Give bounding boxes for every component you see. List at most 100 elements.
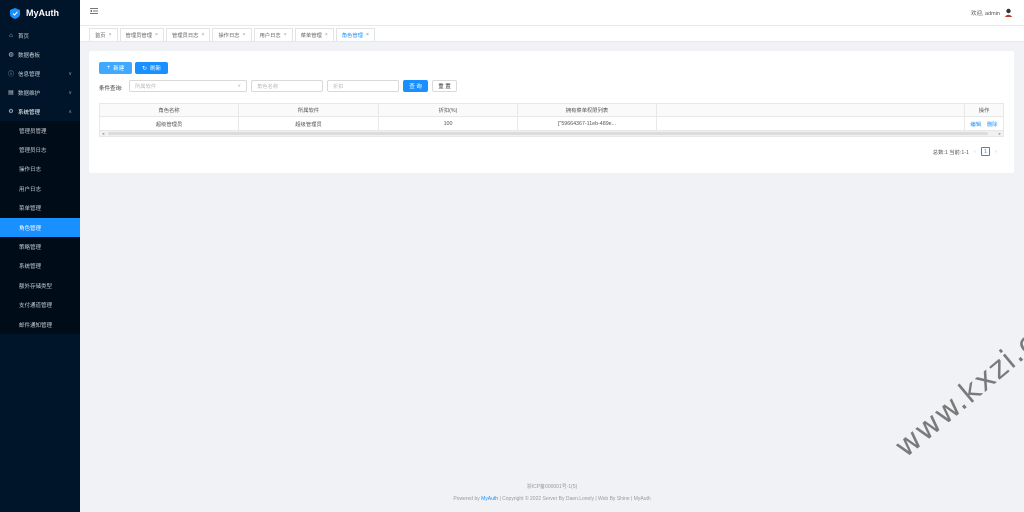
close-icon[interactable]: × [201, 32, 204, 38]
cell-extra [657, 117, 965, 130]
dashboard-icon: ◍ [8, 52, 14, 58]
refresh-icon: ↻ [141, 65, 147, 72]
welcome-text: 欢迎, admin [970, 11, 1000, 17]
watermark: www.kxzi.cn [888, 312, 1024, 465]
scroll-right-icon[interactable]: ▸ [999, 131, 1001, 137]
sidebar-subitem-extra-storage[interactable]: 额外存储类型 [0, 276, 80, 295]
app-name: MyAuth [26, 8, 59, 18]
sidebar-subitem-policy[interactable]: 策略管理 [0, 237, 80, 256]
role-name-placeholder: 角色名称 [257, 84, 279, 90]
sidebar-item-system[interactable]: ⚙ 系统管理 ∧ [0, 102, 80, 121]
query-button[interactable]: 查 询 [403, 80, 428, 92]
chevron-down-icon: ∨ [237, 83, 241, 89]
column-header: 拥有菜单权限列表 [518, 104, 657, 116]
sidebar: MyAuth ⌂ 首页 ◍ 数据看板 ⓘ 信息管理 ∨ ▤ 数据维护 ∨ ⚙ 系… [0, 0, 80, 512]
chevron-up-icon: ∧ [68, 108, 72, 115]
user-avatar-icon[interactable] [1004, 8, 1013, 17]
logo[interactable]: MyAuth [0, 0, 80, 26]
table-header: 角色名称 所属软件 折扣(%) 拥有菜单权限列表 操作 [99, 103, 1004, 117]
tab-menu[interactable]: 菜单管理 × [294, 28, 334, 41]
close-icon[interactable]: × [366, 32, 369, 38]
refresh-button[interactable]: ↻ 刷新 [135, 62, 168, 74]
powered-prefix: Powered by [453, 496, 482, 502]
cell-role-name: 超级管理员 [100, 117, 239, 130]
tab-label: 管理员日志 [171, 33, 199, 39]
column-header: 角色名称 [100, 104, 239, 116]
home-icon: ⌂ [9, 32, 13, 39]
tab-label: 管理员管理 [125, 33, 153, 39]
prev-page-icon[interactable]: ‹ [971, 149, 979, 155]
discount-input[interactable]: 折扣 [327, 80, 399, 92]
close-icon[interactable]: × [325, 32, 328, 38]
chevron-down-icon: ∨ [68, 89, 72, 96]
column-header: 折扣(%) [379, 104, 518, 116]
sidebar-item-info[interactable]: ⓘ 信息管理 ∨ [0, 64, 80, 83]
powered-suffix: | Copyright © 2022 Server By Daen.Lonely… [498, 496, 651, 502]
table-row: 超级管理员 超级管理员 100 ["59664367-11eb-489e... … [99, 117, 1004, 131]
edit-link[interactable]: 编辑 [970, 120, 981, 128]
pagination-summary: 总数:1 当前:1-1 [932, 149, 969, 156]
icp-text[interactable]: 浙ICP备000001号-1(5) [80, 483, 1024, 490]
sidebar-item-dashboard[interactable]: ◍ 数据看板 [0, 45, 80, 64]
horizontal-scrollbar[interactable]: ◂ ▸ [99, 131, 1004, 137]
new-button-label: 新建 [113, 66, 125, 72]
delete-link[interactable]: 删除 [987, 120, 998, 128]
sidebar-subitem-role[interactable]: 角色管理 [0, 217, 80, 238]
page-number[interactable]: 1 [981, 147, 990, 156]
sidebar-item-label: 系统管理 [18, 109, 41, 116]
sidebar-item-home[interactable]: ⌂ 首页 [0, 26, 80, 45]
cell-discount: 100 [379, 117, 518, 130]
tab-admin[interactable]: 管理员管理 × [119, 28, 164, 41]
close-icon[interactable]: × [155, 32, 158, 38]
software-placeholder: 所属软件 [135, 84, 157, 90]
sidebar-subitem-user-log[interactable]: 用户日志 [0, 179, 80, 198]
scroll-left-icon[interactable]: ◂ [102, 131, 104, 137]
tab-label: 菜单管理 [300, 33, 322, 39]
tab-admin-log[interactable]: 管理员日志 × [165, 28, 211, 41]
column-header: 所属软件 [239, 104, 379, 116]
sidebar-subitem-payment[interactable]: 支付通道管理 [0, 296, 80, 315]
column-header [657, 104, 965, 116]
close-icon[interactable]: × [243, 32, 246, 38]
column-header: 操作 [978, 108, 990, 114]
plus-icon: + [106, 65, 111, 71]
sidebar-subitem-email[interactable]: 邮件通知管理 [0, 315, 80, 334]
sidebar-item-label: 数据看板 [18, 52, 41, 59]
sidebar-subitem-menu[interactable]: 菜单管理 [0, 199, 80, 218]
top-header: 欢迎, admin [80, 0, 1024, 26]
tab-label: 角色管理 [341, 33, 363, 39]
sidebar-item-label: 信息管理 [18, 71, 41, 78]
role-name-input[interactable]: 角色名称 [251, 80, 323, 92]
cell-software: 超级管理员 [239, 117, 379, 130]
cell-actions: 编辑 删除 [965, 117, 1003, 130]
shield-logo-icon [10, 7, 20, 19]
close-icon[interactable]: × [109, 32, 112, 38]
close-icon[interactable]: × [284, 32, 287, 38]
info-icon: ⓘ [8, 72, 15, 78]
next-page-icon[interactable]: › [992, 149, 1000, 155]
discount-placeholder: 折扣 [333, 84, 344, 90]
sidebar-subitem-admin-log[interactable]: 管理员日志 [0, 140, 80, 159]
tab-label: 首页 [95, 33, 106, 39]
software-select[interactable]: 所属软件 ∨ [129, 80, 247, 92]
tab-label: 用户日志 [259, 33, 281, 39]
content-card: + 新建 ↻ 刷新 条件查询: 所属软件 ∨ 角色名称 折扣 查 询 重 置 角… [89, 51, 1014, 173]
gear-icon: ⚙ [8, 109, 14, 115]
scrollbar-thumb[interactable] [108, 132, 988, 135]
cell-menus: ["59664367-11eb-489e... [518, 117, 657, 130]
sidebar-subitem-system[interactable]: 系统管理 [0, 257, 80, 276]
sidebar-subitem-admin[interactable]: 管理员管理 [0, 121, 80, 140]
tab-label: 操作日志 [218, 33, 240, 39]
tab-user-log[interactable]: 用户日志 × [253, 28, 293, 41]
tab-role[interactable]: 角色管理 × [335, 28, 375, 41]
powered-brand-link[interactable]: MyAuth [481, 496, 498, 502]
copyright-text: Powered by MyAuth | Copyright © 2022 Ser… [80, 496, 1024, 502]
tab-operation-log[interactable]: 操作日志 × [212, 28, 252, 41]
reset-button[interactable]: 重 置 [432, 80, 457, 92]
sidebar-subitem-operation-log[interactable]: 操作日志 [0, 160, 80, 179]
new-button[interactable]: + 新建 [99, 62, 132, 74]
tab-home[interactable]: 首页 × [89, 28, 118, 41]
sidebar-item-data-maintenance[interactable]: ▤ 数据维护 ∨ [0, 83, 80, 102]
menu-fold-icon[interactable] [90, 7, 98, 15]
database-icon: ▤ [8, 90, 14, 96]
